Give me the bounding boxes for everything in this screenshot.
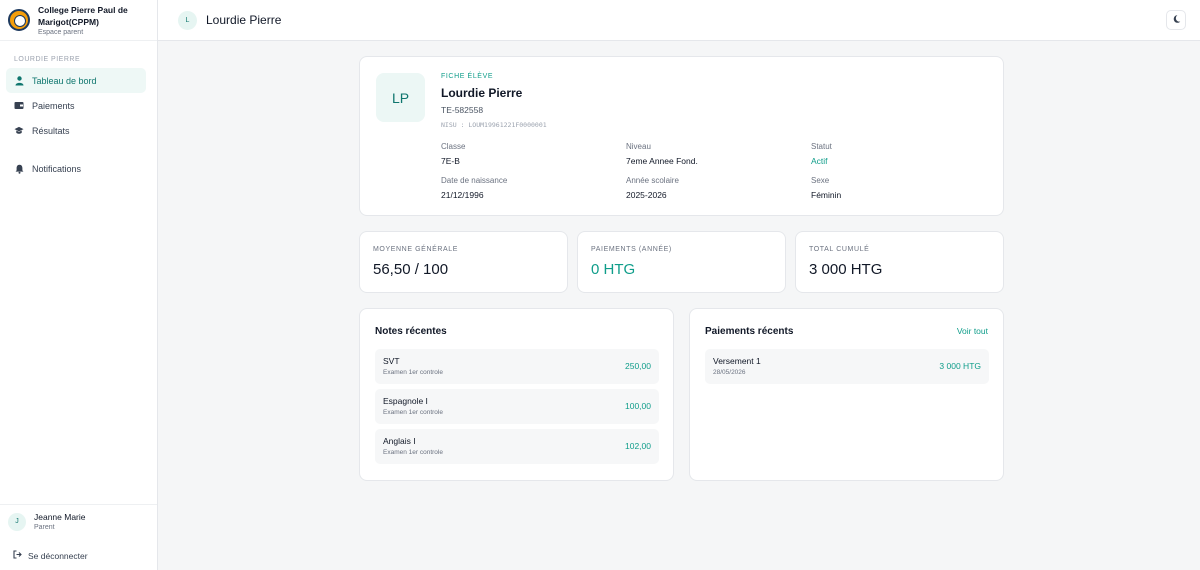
brand[interactable]: College Pierre Paul de Marigot(CPPM) Esp… — [0, 0, 157, 41]
current-user[interactable]: J Jeanne Marie Parent — [0, 504, 157, 538]
list-item[interactable]: Espagnole I Examen 1er controle 100,00 — [375, 389, 659, 424]
student-id: TE-582558 — [441, 105, 484, 115]
field-label: Classe — [441, 142, 466, 151]
field-label: Date de naissance — [441, 176, 508, 185]
note-score: 100,00 — [625, 401, 651, 411]
theme-toggle-button[interactable] — [1166, 10, 1186, 30]
status-badge: Actif — [811, 156, 828, 166]
stat-card-moyenne: MOYENNE GÉNÉRALE 56,50 / 100 — [359, 231, 568, 293]
student-nisu: NISU : LOUM19961221F0000001 — [441, 121, 547, 129]
field-niveau: Niveau 7eme Annee Fond. — [626, 142, 698, 166]
note-exam: Examen 1er controle — [383, 449, 443, 456]
profile-section-label: FICHE ÉLÈVE — [441, 73, 494, 80]
sidebar-item-paiements[interactable]: Paiements — [6, 93, 146, 118]
recent-notes-title: Notes récentes — [375, 326, 447, 337]
field-value: 2025-2026 — [626, 190, 667, 200]
field-label: Niveau — [626, 142, 651, 151]
graduation-cap-icon — [14, 126, 24, 136]
avatar: J — [8, 512, 26, 531]
stat-value: 3 000 HTG — [809, 261, 883, 278]
recent-payments-title: Paiements récents — [705, 326, 794, 337]
user-name: Jeanne Marie — [34, 512, 86, 522]
user-role: Parent — [34, 524, 55, 531]
field-statut: Statut Actif — [811, 142, 832, 166]
payment-date: 28/05/2026 — [713, 369, 746, 376]
note-subject: Anglais I — [383, 436, 416, 446]
logout-button[interactable]: Se déconnecter — [13, 550, 88, 561]
field-annee-scolaire: Année scolaire 2025-2026 — [626, 176, 679, 200]
brand-text: College Pierre Paul de Marigot(CPPM) Esp… — [38, 4, 128, 36]
recent-payments-card: Paiements récents Voir tout Versement 1 … — [689, 308, 1004, 481]
stat-card-paiements: PAIEMENTS (ANNÉE) 0 HTG — [577, 231, 786, 293]
field-label: Sexe — [811, 176, 830, 185]
topbar: L Lourdie Pierre — [158, 0, 1200, 41]
wallet-icon — [14, 101, 24, 111]
school-logo-icon — [8, 9, 30, 31]
payment-amount: 3 000 HTG — [939, 361, 981, 371]
stat-value: 0 HTG — [591, 261, 636, 278]
note-score: 250,00 — [625, 361, 651, 371]
logout-icon — [13, 550, 22, 561]
student-name: Lourdie Pierre — [441, 86, 523, 100]
field-value: 7E-B — [441, 156, 460, 166]
moon-icon — [1171, 14, 1181, 27]
view-all-link[interactable]: Voir tout — [957, 326, 988, 336]
sidebar-item-label: Paiements — [32, 100, 75, 111]
sidebar-item-notifications[interactable]: Notifications — [6, 156, 146, 181]
field-date-naissance: Date de naissance 21/12/1996 — [441, 176, 507, 200]
bell-icon — [14, 164, 24, 174]
field-value: Féminin — [811, 190, 842, 200]
sidebar-item-resultats[interactable]: Résultats — [6, 118, 146, 143]
field-value: 21/12/1996 — [441, 190, 484, 200]
note-exam: Examen 1er controle — [383, 369, 443, 376]
brand-name-line2: Marigot(CPPM) — [38, 17, 99, 27]
brand-name-line1: College Pierre Paul de — [38, 5, 128, 15]
note-exam: Examen 1er controle — [383, 409, 443, 416]
brand-subtitle: Espace parent — [38, 29, 84, 36]
stat-label: TOTAL CUMULÉ — [809, 246, 870, 253]
page-title: Lourdie Pierre — [206, 13, 282, 27]
user-info: Jeanne Marie Parent — [34, 512, 86, 531]
student-profile-card: LP FICHE ÉLÈVE Lourdie Pierre TE-582558 … — [359, 56, 1004, 216]
list-item[interactable]: Versement 1 28/05/2026 3 000 HTG — [705, 349, 989, 384]
note-score: 102,00 — [625, 441, 651, 451]
sidebar-item-label: Notifications — [32, 163, 82, 174]
payment-label: Versement 1 — [713, 356, 761, 366]
list-item[interactable]: Anglais I Examen 1er controle 102,00 — [375, 429, 659, 464]
list-item[interactable]: SVT Examen 1er controle 250,00 — [375, 349, 659, 384]
logout-label: Se déconnecter — [28, 550, 88, 561]
note-subject: SVT — [383, 356, 400, 366]
field-value: 7eme Annee Fond. — [626, 156, 698, 166]
student-avatar-large: LP — [376, 73, 425, 122]
note-subject: Espagnole I — [383, 396, 428, 406]
sidebar-item-label: Tableau de bord — [32, 75, 97, 86]
field-label: Année scolaire — [626, 176, 679, 185]
stat-value: 56,50 / 100 — [373, 261, 449, 278]
stat-label: MOYENNE GÉNÉRALE — [373, 246, 459, 253]
student-avatar: L — [178, 10, 197, 30]
recent-notes-card: Notes récentes SVT Examen 1er controle 2… — [359, 308, 674, 481]
sidebar-item-label: Résultats — [32, 125, 70, 136]
student-icon — [14, 75, 24, 86]
stat-label: PAIEMENTS (ANNÉE) — [591, 246, 672, 253]
stat-card-total: TOTAL CUMULÉ 3 000 HTG — [795, 231, 1004, 293]
sidebar-item-tableau-de-bord[interactable]: Tableau de bord — [6, 68, 146, 93]
sidebar-section-title: LOURDIE PIERRE — [14, 56, 81, 63]
sidebar: College Pierre Paul de Marigot(CPPM) Esp… — [0, 0, 158, 570]
field-sexe: Sexe Féminin — [811, 176, 841, 200]
field-label: Statut — [811, 142, 832, 151]
field-classe: Classe 7E-B — [441, 142, 465, 166]
